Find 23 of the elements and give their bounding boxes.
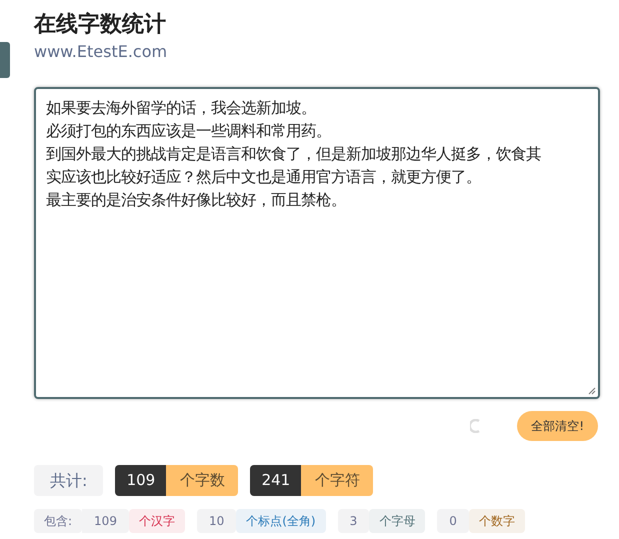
breakdown-count: 3 [338, 509, 370, 533]
text-line: 到国外最大的挑战肯定是语言和饮食了，但是新加坡那边华人挺多，饮食其实应该也比较好适应？然后中文也是通用官方语言，就更方便了。 [46, 144, 542, 188]
text-line: 如果要去海外留学的话，我会选新加坡。 [46, 98, 317, 119]
text-input-field[interactable]: 如果要去海外留学的话，我会选新加坡。 必须打包的东西应该是一些调料和常用药。 到国外最大的挑战肯定是语言和饮食了，但是新加坡那边华人挺多，饮食其实应该也比较好适应？然后中文也是通用官方语言，就更方便了。 最主要的是治安条件好像比较好，而且禁枪。 [34, 87, 600, 399]
text-line: 必须打包的东西应该是一些调料和常用药。 [46, 121, 332, 142]
breakdown-label: 包含: [34, 509, 82, 533]
breakdown-count: 10 [196, 509, 236, 533]
total-count: 109 [115, 465, 166, 496]
page-title: 在线字数统计 [34, 10, 167, 39]
breakdown-unit: 个标点(全角) [236, 509, 326, 533]
total-unit: 个字数 [166, 465, 238, 496]
resize-handle-icon[interactable] [586, 385, 596, 395]
breakdown-count: 0 [437, 509, 469, 533]
total-count: 241 [250, 465, 302, 496]
total-label: 共计: [34, 465, 104, 496]
text-line: 最主要的是治安条件好像比较好，而且禁枪。 [46, 190, 347, 211]
clear-all-button[interactable]: 全部清空! [517, 411, 598, 441]
site-url: www.EtestE.com [34, 42, 168, 62]
breakdown-unit: 个数字 [468, 509, 525, 533]
breakdown-count: 109 [82, 509, 129, 533]
breakdown-unit: 个汉字 [128, 509, 185, 533]
breakdown-unit: 个字母 [369, 509, 426, 533]
total-unit: 个字符 [301, 465, 374, 496]
